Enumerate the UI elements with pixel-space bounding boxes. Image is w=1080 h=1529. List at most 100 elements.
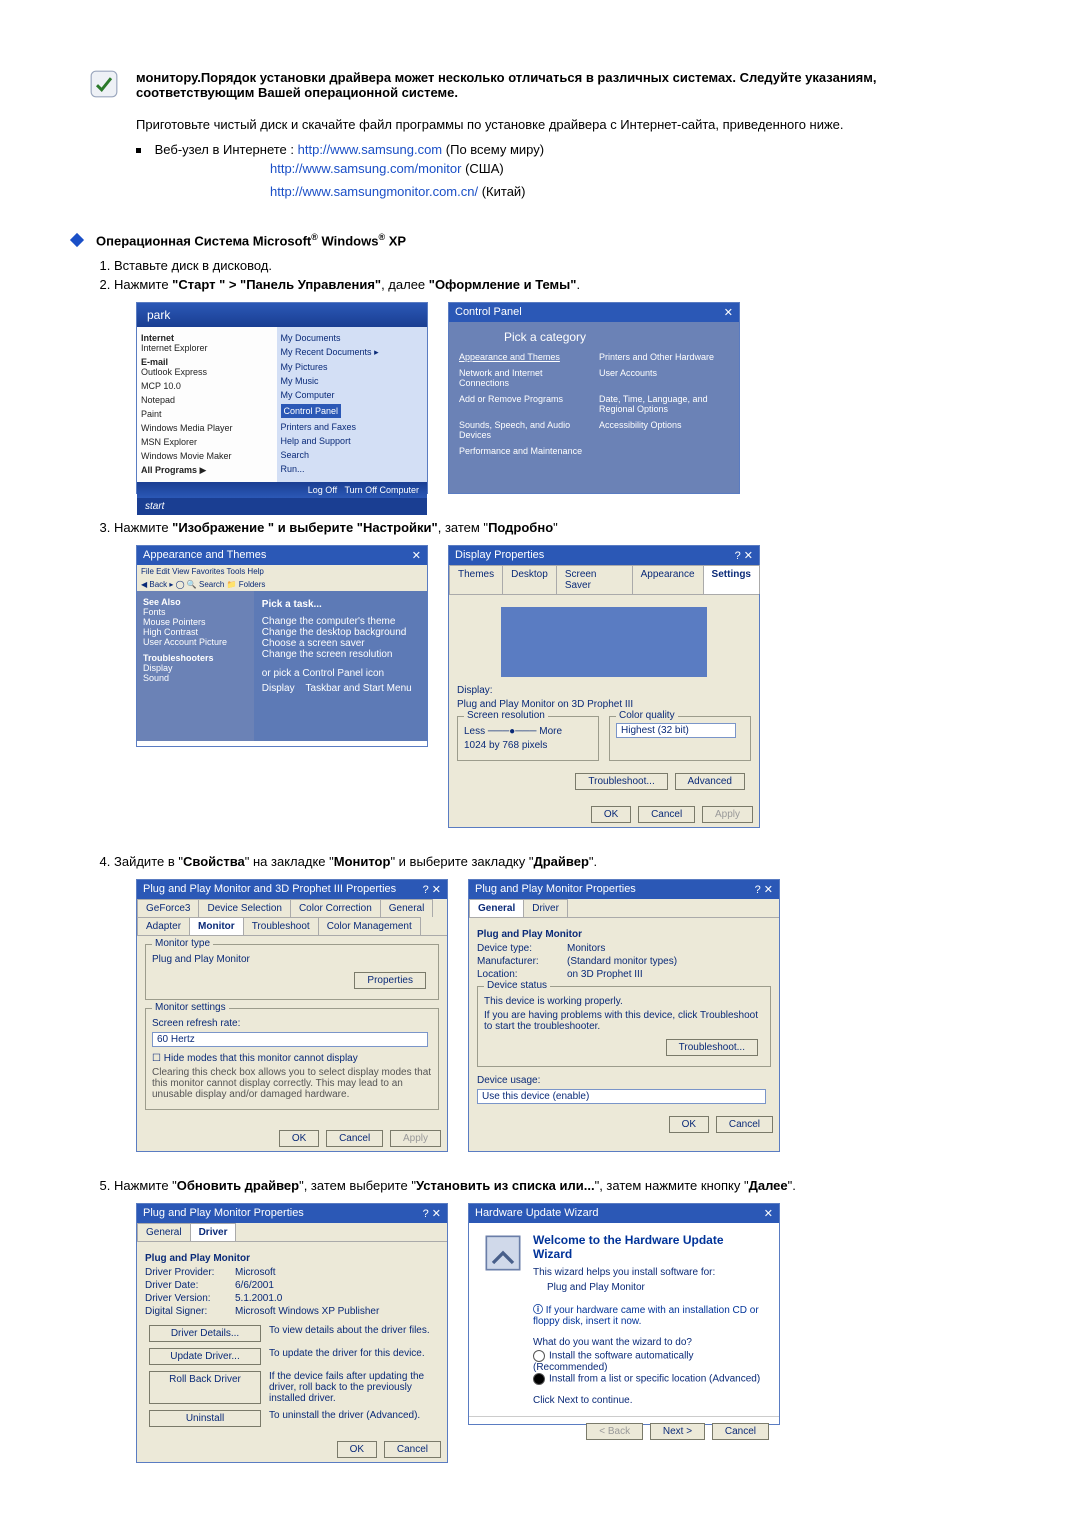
close-icon: ? ✕ xyxy=(423,1207,441,1220)
pd-uninstall-button: Uninstall xyxy=(149,1410,261,1427)
at-or-pick: or pick a Control Panel icon xyxy=(262,668,419,679)
tab-general: General xyxy=(137,1223,191,1241)
p3-properties-button: Properties xyxy=(354,972,426,989)
link-china[interactable]: http://www.samsungmonitor.com.cn/ xyxy=(270,184,478,199)
close-icon: ✕ xyxy=(724,306,733,319)
dp-title: Display Properties xyxy=(455,549,544,562)
monitor-preview xyxy=(501,607,707,677)
bullet-icon xyxy=(136,148,141,153)
fig-control-panel: Control Panel✕ Pick a category Appearanc… xyxy=(448,302,740,494)
wizard-art-icon xyxy=(483,1233,533,1406)
tab-themes: Themes xyxy=(449,565,503,594)
at-title: Appearance and Themes xyxy=(143,549,266,562)
sm-mydocs: My Documents xyxy=(281,331,423,345)
pd-provider: Microsoft xyxy=(235,1267,439,1278)
header-line: монитору.Порядок установки драйвера може… xyxy=(136,70,990,100)
taskbar-start: start xyxy=(137,498,427,515)
p3-hide-note: Clearing this check box allows you to se… xyxy=(152,1067,432,1100)
step-4: Зайдите в "Свойства" на закладке "Монито… xyxy=(114,854,990,869)
ok-button: OK xyxy=(669,1116,709,1133)
ok-button: OK xyxy=(591,806,631,823)
pd-name: Plug and Play Monitor xyxy=(145,1253,250,1264)
cp-pick-category: Pick a category xyxy=(449,322,739,348)
sm-controlpanel: Control Panel xyxy=(281,404,342,418)
link-world-note: (По всему миру) xyxy=(446,142,544,157)
tab-adapter: Adapter xyxy=(137,917,190,935)
step-3: Нажмите "Изображение " и выберите "Настр… xyxy=(114,520,990,535)
cp-printers: Printers and Other Hardware xyxy=(599,352,729,362)
sm-wmp: Windows Media Player xyxy=(141,421,273,435)
dp-qual-val: Highest (32 bit) xyxy=(616,723,736,738)
close-icon: ? ✕ xyxy=(423,883,441,896)
tab-screensaver: Screen Saver xyxy=(556,565,633,594)
sm-printers: Printers and Faxes xyxy=(281,420,423,434)
sm-mymusic: My Music xyxy=(281,374,423,388)
cancel-button: Cancel xyxy=(326,1130,383,1147)
dp-qual-label: Color quality xyxy=(616,710,678,721)
step-2: Нажмите "Старт " > "Панель Управления", … xyxy=(114,277,990,292)
pnp-location: on 3D Prophet III xyxy=(567,969,771,980)
link-usa[interactable]: http://www.samsung.com/monitor xyxy=(270,161,461,176)
cp-date: Date, Time, Language, and Regional Optio… xyxy=(599,394,729,414)
fig-pnp-driver: Plug and Play Monitor Properties ? ✕ Gene… xyxy=(136,1203,448,1463)
cp-perf: Performance and Maintenance xyxy=(459,446,589,456)
tab-monitor: Monitor xyxy=(189,917,244,935)
tab-troubleshoot: Troubleshoot xyxy=(243,917,319,935)
diamond-icon xyxy=(70,233,84,247)
sm-search: Search xyxy=(281,448,423,462)
step-1: Вставьте диск в дисковод. xyxy=(114,258,990,273)
wiz-opt-list: Install from a list or specific location… xyxy=(549,1374,760,1385)
pnp-usage-val: Use this device (enable) xyxy=(477,1089,766,1104)
next-button: Next > xyxy=(650,1423,705,1440)
dp-res-val: 1024 by 768 pixels xyxy=(464,740,592,751)
tab-appearance: Appearance xyxy=(632,565,704,594)
fig-appearance-themes: Appearance and Themes✕ File Edit View Fa… xyxy=(136,545,428,747)
pd-title: Plug and Play Monitor Properties xyxy=(143,1207,304,1220)
web-label: Веб-узел в Интернете : xyxy=(155,142,294,157)
cancel-button: Cancel xyxy=(716,1116,773,1133)
pnp-status-text: This device is working properly. xyxy=(484,996,764,1007)
pd-details-button: Driver Details... xyxy=(149,1325,261,1342)
wiz-cd-note: If your hardware came with an installati… xyxy=(533,1305,759,1327)
cp-title: Control Panel xyxy=(455,306,522,319)
sm-notepad: Notepad xyxy=(141,393,273,407)
dp-advanced-button: Advanced xyxy=(675,773,745,790)
link-world[interactable]: http://www.samsung.com xyxy=(298,142,443,157)
tab-geforce3: GeForce3 xyxy=(137,899,199,917)
p3-title: Plug and Play Monitor and 3D Prophet III… xyxy=(143,883,396,896)
close-icon: ✕ xyxy=(764,1207,773,1220)
cancel-button: Cancel xyxy=(638,806,695,823)
dp-troubleshoot-button: Troubleshoot... xyxy=(575,773,667,790)
wiz-welcome: Welcome to the Hardware Update Wizard xyxy=(533,1233,765,1261)
dp-display-val: Plug and Play Monitor on 3D Prophet III xyxy=(457,699,751,710)
close-icon: ? ✕ xyxy=(755,883,773,896)
at-task2: Change the desktop background xyxy=(262,627,419,638)
tab-desktop: Desktop xyxy=(502,565,557,594)
cancel-button: Cancel xyxy=(384,1441,441,1458)
sm-wmm: Windows Movie Maker xyxy=(141,449,273,463)
fig-start-menu: park InternetInternet Explorer E-mailOut… xyxy=(136,302,428,494)
link-usa-note: (США) xyxy=(465,161,504,176)
fig-display-properties: Display Properties? ✕ Themes Desktop Scr… xyxy=(448,545,760,828)
sm-mcp: MCP 10.0 xyxy=(141,379,273,393)
link-china-note: (Китай) xyxy=(482,184,526,199)
sm-logoff: Log Off xyxy=(308,485,337,495)
p3-refresh-val: 60 Hertz xyxy=(152,1032,428,1047)
fig-pnp-general: Plug and Play Monitor Properties? ✕ Gene… xyxy=(468,879,780,1152)
sm-allprograms: All Programs xyxy=(141,465,197,475)
fig-hardware-wizard: Hardware Update Wizard ✕ Welcome to the H… xyxy=(468,1203,780,1425)
radio-icon xyxy=(533,1373,545,1385)
wiz-title: Hardware Update Wizard xyxy=(475,1207,599,1220)
p3-mset: Monitor settings xyxy=(152,1002,229,1013)
p3-hide-check: Hide modes that this monitor cannot disp… xyxy=(164,1053,358,1064)
pnp-usage-label: Device usage: xyxy=(477,1075,771,1086)
sm-mypics: My Pictures xyxy=(281,360,423,374)
dp-res-label: Screen resolution xyxy=(464,710,548,721)
p3-mtype: Monitor type xyxy=(152,938,213,949)
intro-paragraph: Приготовьте чистый диск и скачайте файл … xyxy=(136,117,990,132)
wiz-helps: This wizard helps you install software f… xyxy=(533,1267,765,1278)
apply-button: Apply xyxy=(390,1130,441,1147)
tab-driver: Driver xyxy=(190,1223,237,1241)
back-button: < Back xyxy=(586,1423,643,1440)
os-section-title: Операционная Система Microsoft® Windows®… xyxy=(96,232,406,248)
